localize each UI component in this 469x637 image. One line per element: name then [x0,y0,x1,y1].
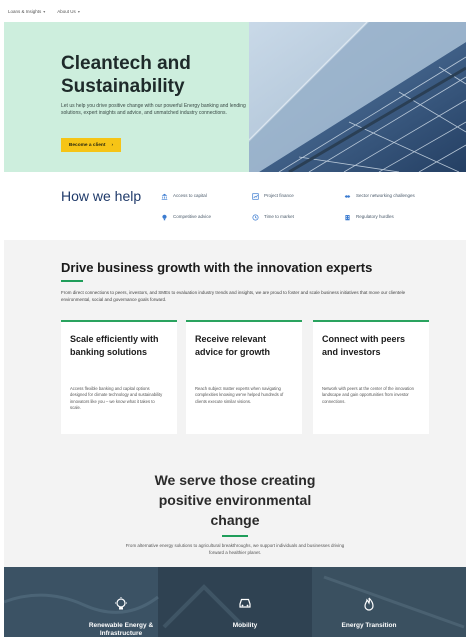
help-item-regulatory-hurdles[interactable]: Regulatory hurdles [344,214,424,221]
nav-item-label: Loans & Insights [8,8,42,14]
help-item-label: Sector networking challenges [356,193,415,198]
help-item-label: Competitive advice [173,214,212,219]
help-item-label: Time to market [264,214,294,219]
drive-title: Drive business growth with the innovatio… [61,260,373,275]
card-title: Receive relevant advice for growth [195,334,271,357]
sector-tile-mobility[interactable]: Mobility [205,567,285,637]
chart-icon [252,193,259,200]
help-item-sector-networking[interactable]: Sector networking challenges [344,193,424,200]
help-item-label: Regulatory hurdles [356,214,394,219]
sector-tile-label: Mobility [232,622,258,629]
hero-section: Cleantech and Sustainability Let us help… [4,22,466,172]
sector-tile-label: Renewable Energy & Infrastructure [88,622,154,637]
feature-card-scale: Scale efficiently with banking solutions… [61,320,177,434]
lightbulb-icon [115,597,127,610]
lightbulb-icon [162,214,167,221]
drive-lead-text: From direct connections to peers, invest… [61,290,406,302]
nav-item-loans-insights[interactable]: Loans & Insights ▾ [8,9,45,14]
help-item-access-to-capital[interactable]: Access to capital [161,193,241,200]
help-item-label: Project finance [264,193,294,198]
sector-tile-energy-transition[interactable]: Energy Transition [329,567,409,637]
serve-section: We serve those creating positive environ… [4,450,466,567]
chevron-down-icon: ▾ [43,8,46,14]
drive-growth-section: Drive business growth with the innovatio… [4,240,466,450]
flame-icon [364,597,374,611]
card-body: Network with peers at the center of the … [322,386,414,404]
hero-title: Cleantech and Sustainability [61,53,191,97]
handshake-icon [344,195,351,198]
how-we-help-title: How we help [61,188,142,204]
how-we-help-section: How we help Access to capital Project fi… [4,172,466,240]
solar-panels-image [249,22,466,172]
clock-icon [252,214,259,221]
nav-item-label: About Us [57,8,76,14]
help-item-time-to-market[interactable]: Time to market [252,214,332,221]
cta-label: Become a client [68,142,106,148]
sector-strip: Renewable Energy & Infrastructure Mobili… [4,567,466,637]
card-title: Scale efficiently with banking solutions [70,334,159,357]
help-item-project-finance[interactable]: Project finance [252,193,332,200]
help-item-label: Access to capital [173,193,207,198]
building-icon [345,215,350,221]
card-body: Reach subject matter experts when naviga… [195,386,284,404]
nav-item-about-us[interactable]: About Us ▾ [57,9,80,14]
serve-title: We serve those creating positive environ… [4,470,466,530]
top-navigation: Loans & Insights ▾ About Us ▾ [0,0,469,22]
serve-subtitle: From alternative energy solutions to agr… [125,543,345,555]
feature-card-advice: Receive relevant advice for growth Reach… [186,320,302,434]
arrow-right-icon: › [111,142,114,148]
car-icon [239,598,251,608]
chevron-down-icon: ▾ [77,8,80,14]
section-divider [222,535,248,537]
section-divider [61,280,83,282]
card-title: Connect with peers and investors [322,334,406,357]
become-client-button[interactable]: Become a client › [61,138,121,152]
help-item-competitive-advice[interactable]: Competitive advice [161,214,241,221]
sector-tile-renewable[interactable]: Renewable Energy & Infrastructure [81,567,161,637]
hero-description: Let us help you drive positive change wi… [61,103,246,117]
card-body: Access flexible banking and capital opti… [70,386,163,411]
sector-tile-label: Energy Transition [341,622,397,629]
feature-card-connect: Connect with peers and investors Network… [313,320,429,434]
serve-title-text: We serve those creating positive environ… [154,472,316,528]
bank-icon [161,193,168,200]
